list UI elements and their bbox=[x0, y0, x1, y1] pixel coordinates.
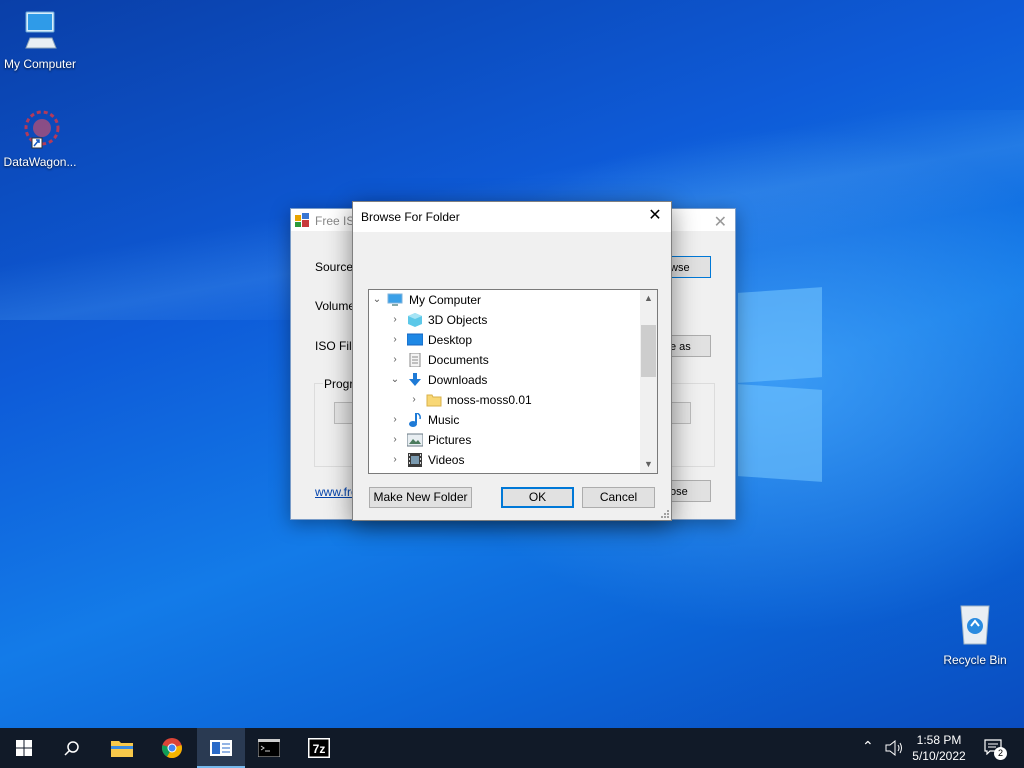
chevron-right-icon[interactable]: › bbox=[408, 390, 420, 410]
clock[interactable]: 1:58 PM 5/10/2022 bbox=[906, 732, 972, 764]
taskbar-7zip[interactable]: 7z bbox=[295, 728, 343, 768]
scroll-up-icon[interactable]: ▲ bbox=[640, 290, 657, 307]
iso-close-icon[interactable]: ✕ bbox=[714, 212, 727, 232]
tree-item-label: Downloads bbox=[428, 373, 488, 387]
chrome-icon bbox=[162, 738, 182, 759]
desktop-icon-my-computer[interactable]: My Computer bbox=[0, 8, 80, 71]
desktop-icon-recycle-bin[interactable]: Recycle Bin bbox=[935, 600, 1015, 667]
chevron-down-icon[interactable]: ⌄ bbox=[389, 370, 401, 390]
tree-item-pictures[interactable]: › Pictures bbox=[369, 430, 639, 450]
computer-icon bbox=[25, 11, 57, 49]
videos-icon bbox=[408, 453, 422, 467]
browse-for-folder-dialog: Browse For Folder ✕ ⌄ My Computer › 3D O… bbox=[352, 201, 672, 521]
ok-button[interactable]: OK bbox=[501, 487, 574, 508]
save-as-button[interactable]: e as bbox=[667, 335, 711, 357]
taskbar-file-explorer[interactable] bbox=[98, 728, 146, 768]
make-new-folder-button[interactable]: Make New Folder bbox=[369, 487, 472, 508]
3d-objects-icon bbox=[408, 313, 422, 327]
chevron-right-icon[interactable]: › bbox=[389, 410, 401, 430]
action-center-button[interactable]: 2 bbox=[980, 728, 1024, 768]
tree-item-label: Desktop bbox=[428, 333, 473, 347]
chevron-down-icon[interactable]: ⌄ bbox=[371, 290, 383, 310]
tree-item-downloads[interactable]: ⌄ Downloads bbox=[369, 370, 639, 390]
tree-scrollbar[interactable]: ▲ ▼ bbox=[640, 290, 657, 473]
chevron-right-icon[interactable]: › bbox=[389, 350, 401, 370]
chevron-right-icon[interactable]: › bbox=[389, 310, 401, 330]
music-icon bbox=[409, 413, 421, 427]
speaker-icon[interactable] bbox=[885, 740, 905, 756]
dialog-title: Browse For Folder bbox=[361, 210, 460, 224]
desktop-icon-label: DataWagon... bbox=[3, 155, 77, 169]
search-button[interactable] bbox=[48, 728, 96, 768]
start-icon bbox=[16, 740, 32, 756]
tree-item-desktop[interactable]: › Desktop bbox=[369, 330, 639, 350]
folder-icon bbox=[426, 394, 442, 407]
search-icon bbox=[64, 741, 79, 756]
tree-item-label: 3D Objects bbox=[428, 313, 488, 327]
tree-item-label: My Computer bbox=[409, 293, 482, 307]
desktop: My Computer DataWagon... Recycle Bin Fre… bbox=[0, 0, 1024, 728]
clock-time: 1:58 PM bbox=[916, 733, 962, 747]
tree-item-label: Music bbox=[428, 413, 460, 427]
windows-logo-wallpaper bbox=[738, 287, 822, 482]
tree-item-documents[interactable]: › Documents bbox=[369, 350, 639, 370]
tree-item-my-computer[interactable]: ⌄ My Computer bbox=[369, 290, 639, 310]
clock-date: 5/10/2022 bbox=[912, 749, 966, 763]
dialog-titlebar: Browse For Folder ✕ bbox=[353, 202, 671, 232]
tree-item-label: Documents bbox=[428, 353, 489, 367]
downloads-icon bbox=[409, 373, 421, 386]
taskbar-chrome[interactable] bbox=[148, 728, 196, 768]
chevron-right-icon[interactable]: › bbox=[389, 430, 401, 450]
desktop-icon-label: Recycle Bin bbox=[943, 653, 1007, 667]
chevron-up-icon[interactable]: ⌃ bbox=[862, 738, 874, 755]
notification-badge: 2 bbox=[994, 747, 1007, 760]
documents-icon bbox=[409, 353, 421, 367]
taskbar-terminal[interactable] bbox=[245, 728, 293, 768]
tree-item-3d-objects[interactable]: › 3D Objects bbox=[369, 310, 639, 330]
recycle-bin-icon bbox=[960, 605, 990, 645]
desktop-icon bbox=[407, 333, 423, 346]
resize-grip-icon[interactable] bbox=[659, 508, 669, 518]
folder-tree[interactable]: ⌄ My Computer › 3D Objects › Desktop › D… bbox=[368, 289, 658, 474]
chevron-right-icon[interactable]: › bbox=[389, 450, 401, 470]
desktop-icon-label: My Computer bbox=[3, 57, 77, 71]
chevron-right-icon[interactable]: › bbox=[389, 330, 401, 350]
taskbar: 7z ⌃ 1:58 PM 5/10/2022 2 bbox=[0, 728, 1024, 768]
tree-item-videos[interactable]: › Videos bbox=[369, 450, 639, 470]
7zip-icon: 7z bbox=[308, 738, 330, 758]
free-iso-creator-icon bbox=[210, 740, 232, 756]
tree-item-label: moss-moss0.01 bbox=[447, 393, 532, 407]
taskbar-free-iso-creator[interactable] bbox=[197, 728, 245, 768]
terminal-icon bbox=[258, 739, 280, 757]
progress-bar-end bbox=[669, 402, 691, 424]
svg-text:7z: 7z bbox=[313, 742, 326, 756]
tree-item-moss-moss0-01[interactable]: › moss-moss0.01 bbox=[369, 390, 639, 410]
pictures-icon bbox=[407, 433, 423, 447]
tree-item-label: Pictures bbox=[428, 433, 472, 447]
tree-item-music[interactable]: › Music bbox=[369, 410, 639, 430]
desktop-icon-datawagon[interactable]: DataWagon... bbox=[0, 106, 80, 169]
cancel-button[interactable]: Cancel bbox=[582, 487, 655, 508]
close-icon[interactable]: ✕ bbox=[639, 202, 671, 232]
datawagon-icon bbox=[24, 110, 60, 149]
source-label: Source bbox=[315, 260, 354, 274]
start-button[interactable] bbox=[0, 728, 48, 768]
close-button[interactable]: ose bbox=[667, 480, 711, 502]
tree-item-label: Videos bbox=[428, 453, 465, 467]
volume-label: Volume bbox=[315, 299, 356, 313]
computer-icon bbox=[387, 293, 403, 306]
browse-button[interactable]: wse bbox=[667, 256, 711, 278]
scroll-down-icon[interactable]: ▼ bbox=[640, 456, 657, 473]
app-icon bbox=[295, 213, 309, 227]
scrollbar-thumb[interactable] bbox=[641, 325, 656, 377]
file-explorer-icon bbox=[111, 741, 133, 757]
